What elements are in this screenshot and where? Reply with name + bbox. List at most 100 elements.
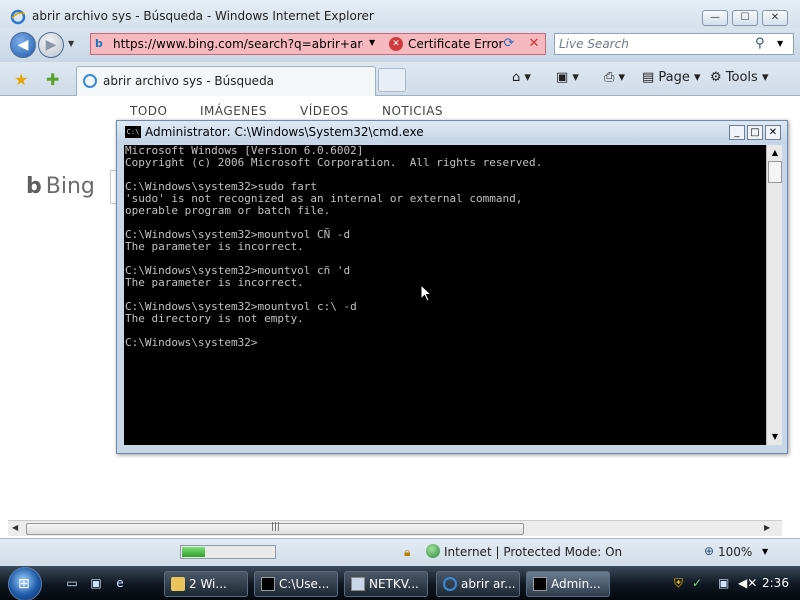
refresh-button[interactable]: ⟳: [498, 34, 520, 54]
mouse-cursor-icon: [420, 284, 432, 302]
address-bar[interactable]: b https://www.bing.com/search?q=abrir+ar…: [90, 33, 546, 55]
taskbar-item[interactable]: 2 Wi...: [164, 571, 248, 597]
search-dropdown-icon[interactable]: ▼: [777, 39, 783, 48]
console-line: The parameter is incorrect.: [125, 276, 304, 289]
security-zone-text[interactable]: Internet | Protected Mode: On: [444, 545, 622, 559]
bing-logo[interactable]: b Bing: [26, 174, 95, 199]
home-icon[interactable]: ⌂ ▾: [512, 70, 531, 85]
console-line: Copyright (c) 2006 Microsoft Corporation…: [125, 156, 543, 169]
history-dropdown-icon[interactable]: ▼: [68, 39, 74, 48]
search-placeholder: Live Search: [559, 37, 629, 51]
show-desktop-icon[interactable]: ▭: [64, 576, 80, 590]
volume-muted-icon[interactable]: ◀✕: [738, 576, 757, 590]
console-line: operable program or batch file.: [125, 204, 331, 217]
console-line: The directory is not empty.: [125, 312, 304, 325]
bing-tab-news[interactable]: NOTICIAS: [382, 104, 443, 118]
scroll-down-icon[interactable]: ▼: [768, 430, 782, 444]
scroll-right-icon[interactable]: ▶: [764, 523, 770, 532]
cmd-window[interactable]: C:\ Administrator: C:\Windows\System32\c…: [116, 120, 788, 454]
cmd-console[interactable]: Microsoft Windows [Version 6.0.6002] Cop…: [124, 145, 766, 445]
console-prompt-line: C:\Windows\system32>: [125, 336, 258, 349]
address-dropdown-icon[interactable]: ▼: [369, 38, 375, 47]
scroll-left-icon[interactable]: ◀: [12, 523, 18, 532]
window-icon: [351, 577, 365, 591]
cmd-icon: [261, 577, 275, 591]
maximize-button[interactable]: ☐: [732, 10, 758, 26]
security-lock-icon[interactable]: 🔒︎: [404, 545, 410, 560]
close-button[interactable]: ✕: [762, 10, 788, 26]
cmd-icon: [533, 577, 547, 591]
minimize-button[interactable]: —: [702, 10, 728, 26]
cmd-scrollbar[interactable]: ▲ ▼: [766, 145, 782, 445]
taskbar-item[interactable]: abrir ar...: [436, 571, 520, 597]
switch-windows-icon[interactable]: ▣: [88, 576, 104, 590]
bing-b-icon: b: [26, 174, 42, 199]
horizontal-scroll-thumb[interactable]: |||: [26, 522, 524, 535]
bing-favicon-icon: b: [95, 37, 103, 50]
taskbar-item[interactable]: NETKV...: [344, 571, 428, 597]
network-icon[interactable]: ✓: [692, 576, 702, 590]
page-menu-label: Page: [658, 70, 690, 85]
internet-zone-icon: [426, 544, 440, 558]
security-shield-icon[interactable]: ⛨: [674, 576, 683, 591]
add-favorites-icon[interactable]: ✚: [46, 70, 59, 89]
back-button[interactable]: ◀: [10, 32, 36, 58]
page-load-progress: [180, 545, 276, 559]
feeds-icon[interactable]: ▣ ▾: [556, 70, 579, 85]
taskbar-item-label: Admin...: [551, 577, 601, 591]
bing-tab-videos[interactable]: VÍDEOS: [300, 104, 349, 118]
print-icon[interactable]: ⎙ ▾: [604, 70, 625, 85]
cmd-scroll-thumb[interactable]: [768, 161, 782, 183]
certificate-error-label[interactable]: Certificate Error: [408, 37, 503, 51]
taskbar-item-label: C:\Use...: [279, 577, 330, 591]
certificate-error-icon[interactable]: ✕: [389, 37, 403, 51]
monitor-icon[interactable]: ▣: [718, 576, 729, 590]
bing-tab-images[interactable]: IMÁGENES: [200, 104, 267, 118]
tab-active[interactable]: abrir archivo sys - Búsqueda: [76, 66, 376, 96]
search-input[interactable]: Live Search ⚲ ▼: [554, 33, 794, 55]
cmd-title: Administrator: C:\Windows\System32\cmd.e…: [145, 125, 424, 139]
new-tab-button[interactable]: [378, 68, 406, 92]
grip-icon: |||: [271, 522, 281, 532]
progress-fill: [182, 547, 205, 557]
bing-logo-text: Bing: [45, 174, 95, 199]
windows-flag-icon: ⊞: [18, 576, 30, 592]
taskbar-item-label: abrir ar...: [461, 577, 516, 591]
folder-icon: [171, 577, 185, 591]
loading-icon: [83, 74, 97, 88]
taskbar-item[interactable]: Admin...: [526, 571, 610, 597]
tab-label: abrir archivo sys - Búsqueda: [103, 74, 275, 88]
taskbar-item[interactable]: C:\Use...: [254, 571, 338, 597]
cmd-maximize-button[interactable]: □: [747, 125, 763, 140]
window-title: abrir archivo sys - Búsqueda - Windows I…: [32, 9, 374, 23]
tools-menu-button[interactable]: ⚙ Tools ▾: [710, 70, 769, 85]
status-bar: 🔒︎ Internet | Protected Mode: On ⊕ 100% …: [0, 538, 800, 566]
cmd-icon: C:\: [125, 126, 141, 138]
address-toolbar: ◀ ▶ ▼ b https://www.bing.com/search?q=ab…: [0, 28, 800, 62]
stop-button[interactable]: ✕: [524, 34, 544, 54]
page-menu-button[interactable]: ▤ Page ▾: [642, 70, 701, 85]
horizontal-scrollbar[interactable]: ◀ ||| ▶: [8, 520, 782, 536]
cmd-minimize-button[interactable]: _: [729, 125, 745, 140]
start-button[interactable]: ⊞: [8, 567, 42, 600]
tools-menu-label: Tools: [725, 70, 758, 85]
ie-icon: [10, 9, 26, 25]
forward-button[interactable]: ▶: [38, 32, 64, 58]
cmd-close-button[interactable]: ✕: [765, 125, 781, 140]
zoom-dropdown-icon[interactable]: ▼: [762, 547, 768, 556]
cmd-title-bar[interactable]: C:\ Administrator: C:\Windows\System32\c…: [117, 121, 787, 143]
zoom-level[interactable]: 100%: [718, 545, 752, 559]
taskbar: ⊞ ▭ ▣ e 2 Wi... C:\Use... NETKV... abrir…: [0, 566, 800, 600]
ie-icon: [443, 577, 457, 591]
tab-toolbar: ★ ✚ abrir archivo sys - Búsqueda ⌂ ▾ ▣ ▾…: [0, 62, 800, 96]
zoom-icon[interactable]: ⊕: [704, 544, 714, 558]
console-line: The parameter is incorrect.: [125, 240, 304, 253]
clock[interactable]: 2:36: [762, 576, 789, 590]
scroll-up-icon[interactable]: ▲: [768, 146, 782, 160]
ie-quicklaunch-icon[interactable]: e: [112, 576, 128, 590]
address-url[interactable]: https://www.bing.com/search?q=abrir+arch…: [113, 37, 363, 51]
favorites-star-icon[interactable]: ★: [14, 70, 28, 89]
taskbar-item-label: NETKV...: [369, 577, 419, 591]
search-icon[interactable]: ⚲: [755, 36, 765, 51]
bing-tab-todo[interactable]: TODO: [130, 104, 167, 118]
